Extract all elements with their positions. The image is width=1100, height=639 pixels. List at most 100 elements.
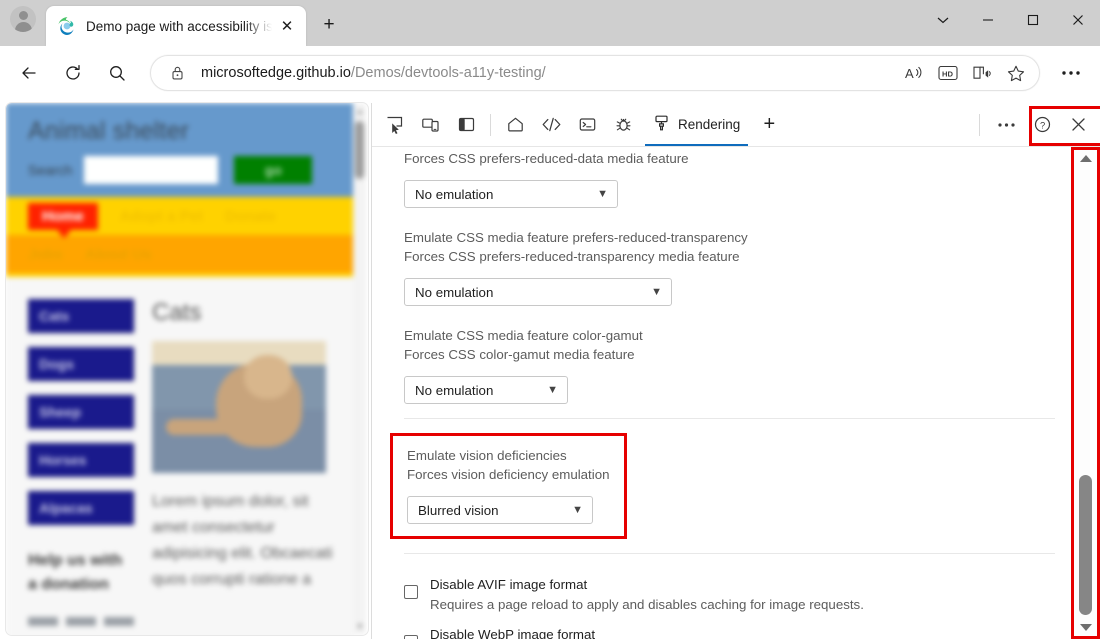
site-nav-item-home[interactable]: Home <box>28 203 98 230</box>
tab-close-icon[interactable]: ✕ <box>274 13 300 39</box>
setting-prefers-reduced-transparency-title: Emulate CSS media feature prefers-reduce… <box>404 228 1055 247</box>
browser-window: Demo page with accessibility issu ✕ + <box>0 0 1100 639</box>
checkbox-disable-webp[interactable] <box>404 635 418 639</box>
search-icon[interactable] <box>98 54 136 92</box>
cat-photo <box>152 341 326 473</box>
select-prefers-reduced-data-value: No emulation <box>415 187 493 202</box>
chevron-down-icon: ▼ <box>597 188 608 200</box>
category-dogs[interactable]: Dogs <box>28 347 134 381</box>
checkbox-row-webp[interactable]: Disable WebP image format Requires a pag… <box>404 618 1055 639</box>
devtools-scrollbar-thumb[interactable] <box>1079 475 1092 615</box>
devtools-scrollbar-highlight[interactable] <box>1071 147 1100 639</box>
main-paragraph: Lorem ipsum dolor, sit amet consectetur … <box>152 489 338 593</box>
devtools-toolbar-right: ? <box>977 108 1096 142</box>
site-main-content: Cats Lorem ipsum dolor, sit amet consect… <box>134 299 354 626</box>
select-vision-deficiency-value: Blurred vision <box>418 503 499 518</box>
site-nav-item-jobs[interactable]: Jobs <box>28 246 63 263</box>
donation-buttons[interactable] <box>28 617 134 626</box>
chevron-down-icon: ▼ <box>572 504 583 516</box>
scroll-up-arrow-icon[interactable] <box>1074 150 1097 167</box>
chevron-down-icon: ▼ <box>547 384 558 396</box>
site-nav-item-about[interactable]: About Us <box>85 246 152 263</box>
read-aloud-icon[interactable]: A <box>897 56 931 90</box>
scroll-down-arrow-icon[interactable] <box>1074 619 1097 636</box>
select-prefers-reduced-data[interactable]: No emulation ▼ <box>404 180 618 208</box>
debugger-bug-icon[interactable] <box>605 108 641 142</box>
hd-badge-icon[interactable]: HD <box>931 56 965 90</box>
site-go-button[interactable]: go <box>234 156 312 184</box>
category-cats[interactable]: Cats <box>28 299 134 333</box>
browser-tab[interactable]: Demo page with accessibility issu ✕ <box>46 6 306 46</box>
setting-color-gamut-title: Emulate CSS media feature color-gamut <box>404 326 1055 345</box>
tab-strip: Demo page with accessibility issu ✕ + <box>0 0 1100 46</box>
window-controls <box>920 0 1100 40</box>
toolbar-divider <box>490 114 491 136</box>
devtools-toolbar: Rendering + ? <box>372 103 1100 147</box>
page-scroll-thumb[interactable] <box>355 121 364 179</box>
svg-text:HD: HD <box>942 69 953 78</box>
site-nav-item-donate[interactable]: Donate <box>225 208 276 225</box>
maximize-icon[interactable] <box>1010 0 1055 40</box>
setting-prefers-reduced-data-desc: Forces CSS prefers-reduced-data media fe… <box>404 149 1055 168</box>
page-scroll-up-icon[interactable]: ▲ <box>356 107 364 116</box>
image-format-settings: Disable AVIF image format Requires a pag… <box>404 553 1055 639</box>
select-prefers-reduced-transparency[interactable]: No emulation ▼ <box>404 278 672 306</box>
setting-vision-deficiencies-title: Emulate vision deficiencies <box>407 446 610 465</box>
checkbox-disable-avif-desc: Requires a page reload to apply and disa… <box>430 597 864 612</box>
console-icon[interactable] <box>569 108 605 142</box>
site-nav-item-adopt[interactable]: Adopt a Pet <box>120 208 203 225</box>
dock-side-icon[interactable] <box>448 108 484 142</box>
category-horses[interactable]: Horses <box>28 443 134 477</box>
select-color-gamut[interactable]: No emulation ▼ <box>404 376 568 404</box>
svg-text:A: A <box>905 66 914 81</box>
site-logo: Animal shelter <box>28 117 354 146</box>
inspect-element-icon[interactable] <box>376 108 412 142</box>
setting-prefers-reduced-data: Forces CSS prefers-reduced-data media fe… <box>404 147 1055 222</box>
select-color-gamut-value: No emulation <box>415 383 493 398</box>
add-panel-button[interactable]: + <box>752 108 786 142</box>
site-navigation: Home Adopt a Pet Donate Jobs About Us <box>6 197 354 277</box>
checkbox-row-avif[interactable]: Disable AVIF image format Requires a pag… <box>404 568 1055 618</box>
category-alpacas[interactable]: Alpacas <box>28 491 134 525</box>
paint-brush-icon <box>653 114 670 135</box>
address-bar[interactable]: microsoftedge.github.io/Demos/devtools-a… <box>150 55 1040 91</box>
browser-settings-more-icon[interactable] <box>1052 54 1090 92</box>
donation-text: Help us with a donation <box>28 549 134 597</box>
profile-button[interactable] <box>0 0 46 42</box>
select-vision-deficiency[interactable]: Blurred vision ▼ <box>407 496 593 524</box>
category-sheep[interactable]: Sheep <box>28 395 134 429</box>
devtools-more-options-icon[interactable] <box>988 108 1024 142</box>
new-tab-button[interactable]: + <box>312 8 346 42</box>
device-emulation-icon[interactable] <box>412 108 448 142</box>
back-icon[interactable] <box>10 54 48 92</box>
site-search-input[interactable] <box>84 156 218 184</box>
minimize-icon[interactable] <box>965 0 1010 40</box>
tab-title: Demo page with accessibility issu <box>86 19 274 34</box>
checkbox-disable-webp-label: Disable WebP image format <box>430 627 595 639</box>
site-nav-secondary: Jobs About Us <box>6 235 354 273</box>
account-avatar-icon <box>10 6 36 32</box>
window-close-icon[interactable] <box>1055 0 1100 40</box>
checkbox-disable-avif[interactable] <box>404 585 418 599</box>
favorite-star-icon[interactable] <box>999 56 1033 90</box>
checkbox-disable-avif-label: Disable AVIF image format <box>430 577 587 592</box>
home-icon[interactable] <box>497 108 533 142</box>
setting-color-gamut: Emulate CSS media feature color-gamut Fo… <box>404 320 1055 418</box>
vision-deficiencies-highlight-box: Emulate vision deficiencies Forces visio… <box>390 433 627 539</box>
devtools-close-icon[interactable] <box>1060 108 1096 142</box>
tab-actions-chevron-down-icon[interactable] <box>920 0 965 40</box>
rendering-panel-body: Forces CSS prefers-reduced-data media fe… <box>372 147 1100 639</box>
refresh-icon[interactable] <box>54 54 92 92</box>
site-search-row: Search go <box>28 156 354 184</box>
tab-rendering[interactable]: Rendering <box>641 108 752 142</box>
edge-logo-icon <box>58 17 76 35</box>
setting-vision-deficiencies-desc: Forces vision deficiency emulation <box>407 465 610 484</box>
elements-icon[interactable] <box>533 108 569 142</box>
immersive-reader-icon[interactable] <box>965 56 999 90</box>
devtools-help-icon[interactable]: ? <box>1024 108 1060 142</box>
url-host: microsoftedge.github.io <box>201 65 351 81</box>
page-scrollbar[interactable]: ▲ ▼ <box>353 103 366 635</box>
svg-text:?: ? <box>1040 119 1045 130</box>
page-scroll-down-icon[interactable]: ▼ <box>356 622 364 631</box>
page-viewport[interactable]: Animal shelter Search go Home Adopt a Pe… <box>6 103 368 635</box>
